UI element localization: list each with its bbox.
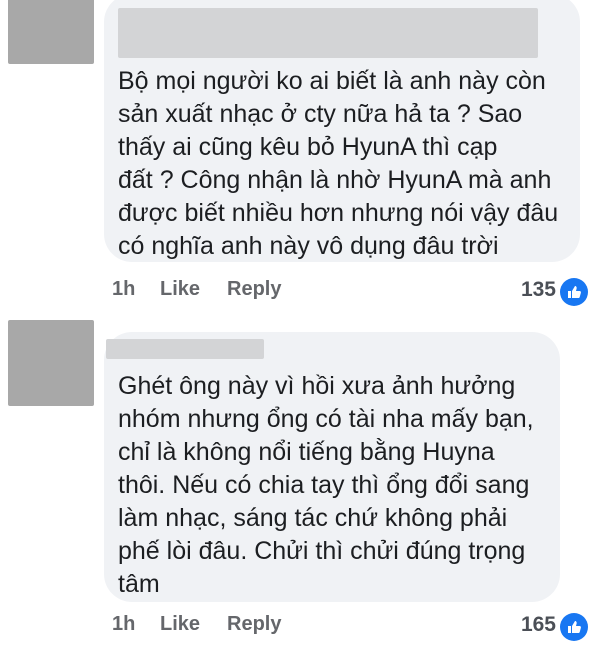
commenter-name-redacted[interactable]: [106, 339, 264, 359]
comment-actions: 1h Like Reply 135: [112, 278, 592, 308]
avatar[interactable]: [8, 0, 94, 64]
reaction-count[interactable]: 165: [521, 613, 556, 637]
comment-text: Ghét ông này vì hồi xưa ảnh hưởng nhóm n…: [118, 372, 534, 598]
avatar[interactable]: [8, 320, 94, 406]
like-thumb-icon[interactable]: [560, 278, 588, 306]
comment-actions: 1h Like Reply 165: [112, 613, 592, 643]
reply-button[interactable]: Reply: [227, 278, 281, 301]
like-button[interactable]: Like: [160, 278, 200, 301]
reaction-count[interactable]: 135: [521, 278, 556, 302]
like-thumb-icon[interactable]: [560, 613, 588, 641]
like-button[interactable]: Like: [160, 613, 200, 636]
commenter-name-redacted[interactable]: [118, 8, 538, 58]
reply-button[interactable]: Reply: [227, 613, 281, 636]
timestamp[interactable]: 1h: [112, 278, 135, 301]
comment-text: Bộ mọi người ko ai biết là anh này còn s…: [118, 67, 559, 260]
timestamp[interactable]: 1h: [112, 613, 135, 636]
